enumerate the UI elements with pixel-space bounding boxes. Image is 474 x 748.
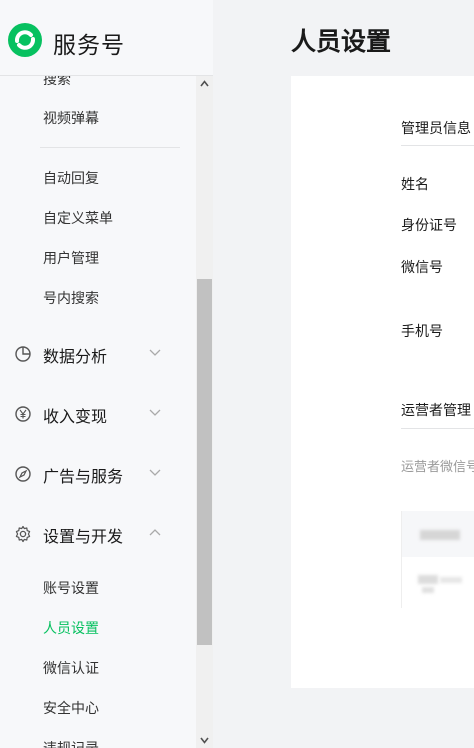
field-label-wechat-id: 微信号 — [401, 260, 443, 276]
sidebar-group-monetization[interactable]: 收入变现 — [0, 394, 196, 434]
sidebar-group-data-analysis[interactable]: 数据分析 — [0, 334, 196, 374]
operator-table-header — [402, 511, 474, 557]
group-label: 数据分析 — [43, 347, 108, 366]
scroll-up-arrow-icon[interactable] — [200, 80, 209, 87]
blurred-avatar — [418, 575, 438, 584]
group-label: 设置与开发 — [43, 527, 124, 546]
sidebar-item-wechat-verification[interactable]: 微信认证 — [43, 658, 99, 678]
sidebar-item-violation-records[interactable]: 违规记录 — [43, 738, 99, 748]
sidebar-group-ads-and-services[interactable]: 广告与服务 — [0, 454, 196, 494]
service-account-logo-icon — [8, 23, 42, 57]
sidebar: 服务号 搜索 视频弹幕 自动回复 自定义菜单 用户管理 号内搜索 数据分析 收入… — [0, 0, 213, 748]
sidebar-item-custom-menu[interactable]: 自定义菜单 — [43, 208, 113, 228]
sidebar-item-auto-reply[interactable]: 自动回复 — [43, 168, 99, 188]
sidebar-item-video-danmaku[interactable]: 视频弹幕 — [43, 108, 99, 128]
blurred-row-text — [440, 577, 462, 583]
section-divider — [401, 428, 474, 429]
yen-circle-icon — [15, 406, 31, 422]
pie-chart-icon — [15, 346, 31, 362]
brand-header: 服务号 — [0, 0, 213, 76]
scrollbar-thumb[interactable] — [197, 279, 212, 645]
group-label: 广告与服务 — [43, 467, 124, 486]
menu-divider — [40, 147, 180, 148]
field-label-id-number: 身份证号 — [401, 218, 457, 234]
gear-icon — [15, 525, 31, 543]
sidebar-item-in-account-search[interactable]: 号内搜索 — [43, 288, 99, 308]
sidebar-menu: 搜索 视频弹幕 自动回复 自定义菜单 用户管理 号内搜索 数据分析 收入变现 广… — [0, 76, 196, 748]
chevron-up-icon — [149, 529, 161, 536]
content-card: 管理员信息 姓名 身份证号 微信号 手机号 运营者管理 运营者微信号 — [291, 76, 474, 688]
sidebar-item-user-management[interactable]: 用户管理 — [43, 248, 99, 268]
section-divider — [401, 145, 474, 146]
field-label-name: 姓名 — [401, 177, 429, 193]
chevron-down-icon — [149, 469, 161, 476]
sidebar-item-staff-settings[interactable]: 人员设置 — [43, 618, 99, 638]
scroll-down-arrow-icon[interactable] — [200, 737, 209, 744]
blurred-row-text — [422, 587, 434, 593]
chevron-down-icon — [149, 349, 161, 356]
sidebar-scrollbar[interactable] — [196, 76, 213, 748]
operator-management-section-title: 运营者管理 — [401, 403, 471, 419]
brand-name: 服务号 — [53, 33, 125, 59]
page-title: 人员设置 — [291, 27, 392, 56]
chevron-down-icon — [149, 409, 161, 416]
sidebar-item-security-center[interactable]: 安全中心 — [43, 698, 99, 718]
field-label-phone: 手机号 — [401, 324, 443, 340]
sidebar-group-settings-and-development[interactable]: 设置与开发 — [0, 514, 196, 554]
blurred-header-text — [420, 530, 460, 540]
sidebar-item-account-settings[interactable]: 账号设置 — [43, 578, 99, 598]
group-label: 收入变现 — [43, 407, 108, 426]
compass-icon — [15, 466, 31, 482]
admin-info-section-title: 管理员信息 — [401, 121, 471, 137]
operator-table — [401, 511, 474, 608]
sidebar-item-search[interactable]: 搜索 — [43, 76, 71, 89]
operator-description: 运营者微信号 — [401, 460, 474, 475]
